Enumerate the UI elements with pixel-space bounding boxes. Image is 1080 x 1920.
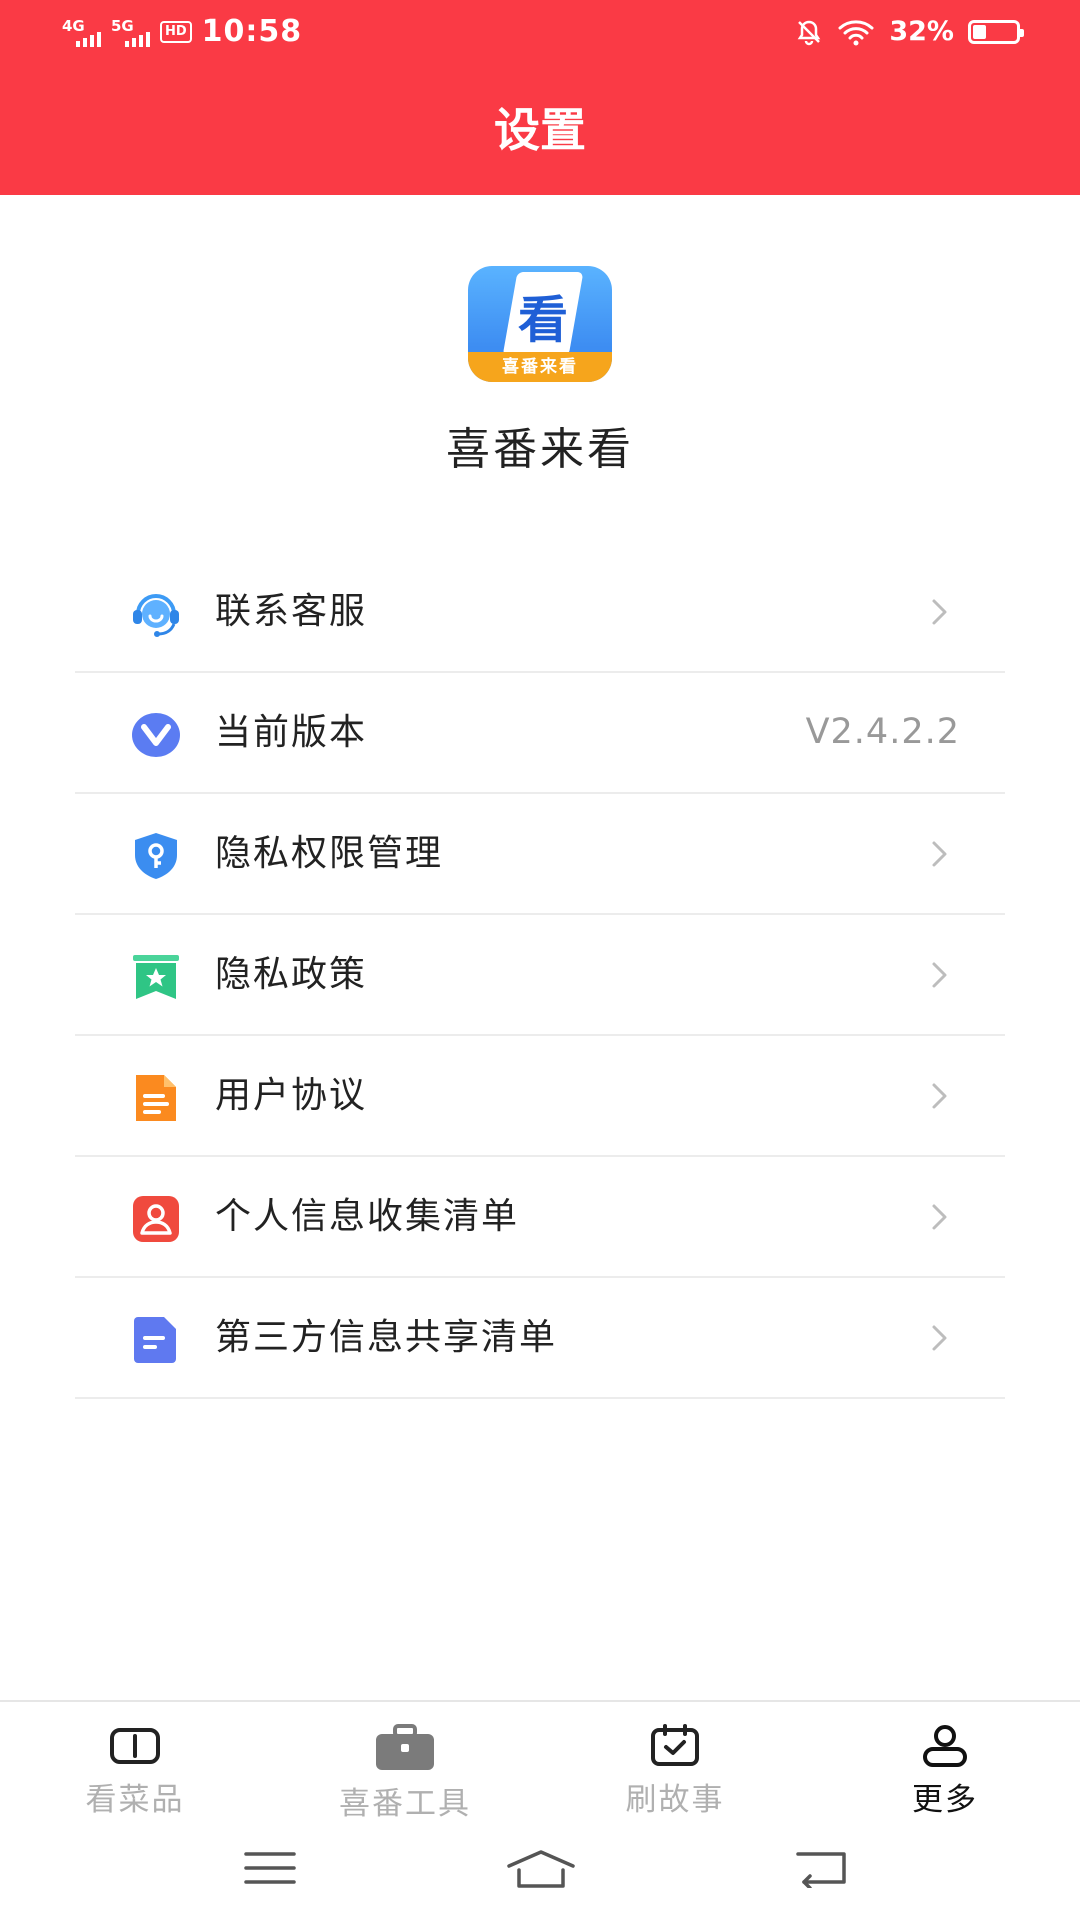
chevron-right-icon <box>932 1325 947 1351</box>
status-right: 32% <box>795 16 1024 47</box>
version-value: V2.4.2.2 <box>805 712 960 752</box>
logo-band-text: 喜番来看 <box>468 352 612 382</box>
home-icon[interactable] <box>505 1848 577 1888</box>
book-icon <box>110 1728 160 1764</box>
chevron-right-icon <box>932 962 947 988</box>
privacy-policy-icon <box>133 955 179 999</box>
battery-percentage: 32% <box>889 16 954 47</box>
system-navigation-bar <box>0 1830 1080 1920</box>
settings-item-user-agreement[interactable]: 用户协议 <box>75 1036 1005 1157</box>
tab-label: 看菜品 <box>85 1782 185 1818</box>
settings-item-label: 隐私权限管理 <box>215 833 444 874</box>
settings-item-label: 第三方信息共享清单 <box>215 1317 558 1358</box>
settings-item-label: 用户协议 <box>215 1075 368 1116</box>
app-logo: 看 喜番来看 <box>468 266 612 382</box>
version-icon <box>132 713 180 757</box>
tab-stories[interactable]: 刷故事 <box>575 1724 775 1819</box>
chevron-right-icon <box>932 1204 947 1230</box>
app-name: 喜番来看 <box>446 424 634 475</box>
network-type-1: 4G <box>62 16 85 35</box>
settings-item-label: 隐私政策 <box>215 954 368 995</box>
battery-icon <box>968 19 1024 44</box>
signal-5g-icon: 5G <box>111 17 150 47</box>
settings-item-current-version[interactable]: 当前版本 V2.4.2.2 <box>75 673 1005 794</box>
tab-tools[interactable]: 喜番工具 <box>305 1724 505 1823</box>
settings-item-personal-info-list[interactable]: 个人信息收集清单 <box>75 1157 1005 1278</box>
menu-icon[interactable] <box>244 1848 296 1888</box>
settings-item-privacy-policy[interactable]: 隐私政策 <box>75 915 1005 1036</box>
back-icon[interactable] <box>796 1848 850 1888</box>
tab-dishes[interactable]: 看菜品 <box>35 1724 235 1819</box>
wifi-icon <box>838 19 874 45</box>
chevron-right-icon <box>932 599 947 625</box>
tab-label: 喜番工具 <box>339 1786 471 1822</box>
signal-4g-icon: 4G <box>62 17 101 47</box>
settings-item-label: 个人信息收集清单 <box>215 1196 520 1237</box>
customer-service-icon <box>133 594 179 637</box>
user-agreement-icon <box>136 1075 176 1121</box>
settings-item-third-party-share-list[interactable]: 第三方信息共享清单 <box>75 1278 1005 1399</box>
hd-voice-icon: HD <box>160 20 192 43</box>
settings-list: 联系客服 当前版本 V2.4.2.2 隐私权限管理 隐私政策 用户协议 个人信息… <box>75 552 1005 1399</box>
personal-info-icon <box>133 1196 179 1242</box>
header-bar: 4G 5G HD 10:58 32% 设置 <box>0 0 1080 195</box>
tab-label: 更多 <box>912 1782 978 1818</box>
settings-item-label: 当前版本 <box>215 712 368 753</box>
toolbox-icon <box>376 1724 434 1770</box>
third-party-share-icon <box>134 1317 176 1363</box>
tab-label: 刷故事 <box>625 1782 725 1818</box>
privacy-shield-icon <box>135 833 177 879</box>
page-title: 设置 <box>494 103 586 157</box>
status-left: 4G 5G HD 10:58 <box>62 14 302 49</box>
tab-more[interactable]: 更多 <box>845 1724 1045 1819</box>
calendar-check-icon <box>651 1724 699 1766</box>
network-type-2: 5G <box>111 16 134 35</box>
settings-item-privacy-permissions[interactable]: 隐私权限管理 <box>75 794 1005 915</box>
bell-muted-icon <box>798 20 821 45</box>
battery-fill <box>973 24 986 39</box>
bottom-tab-bar: 看菜品 喜番工具 刷故事 更多 <box>0 1700 1080 1832</box>
status-bar: 4G 5G HD 10:58 32% <box>0 0 1080 66</box>
settings-item-customer-service[interactable]: 联系客服 <box>75 552 1005 673</box>
status-time: 10:58 <box>201 14 303 49</box>
logo-glyph: 看 <box>518 291 568 349</box>
chevron-right-icon <box>932 1083 947 1109</box>
chevron-right-icon <box>932 841 947 867</box>
settings-item-label: 联系客服 <box>215 591 368 632</box>
person-icon <box>923 1725 967 1767</box>
